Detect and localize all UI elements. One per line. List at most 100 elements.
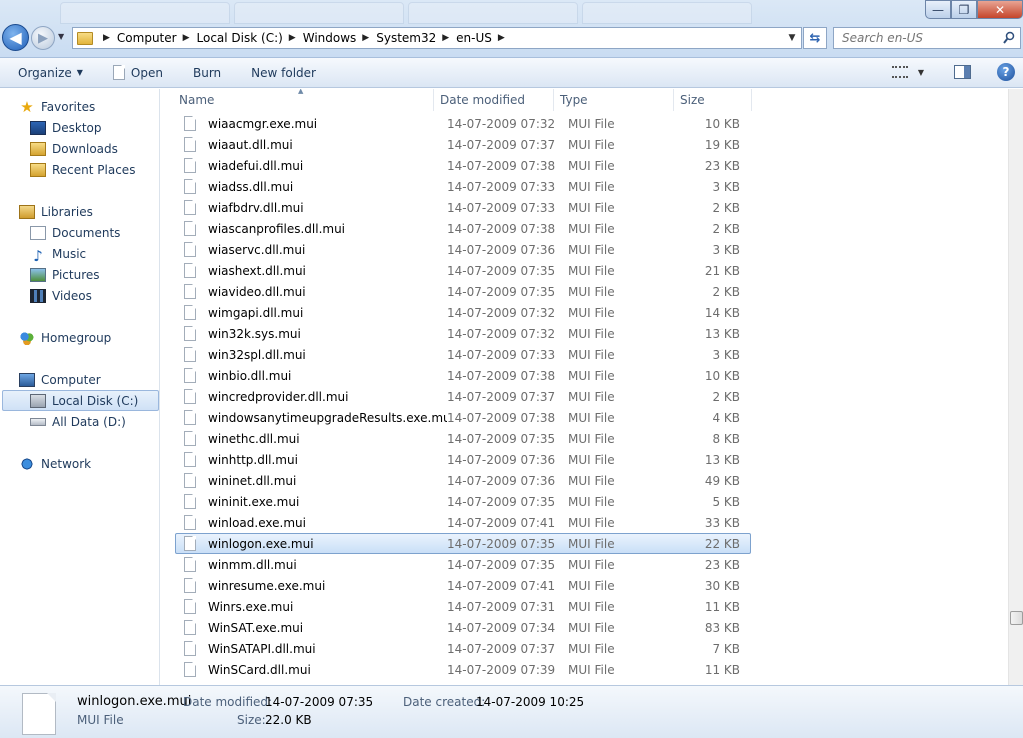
file-size: 13 KB (704, 452, 740, 467)
burn-button[interactable]: Burn (185, 61, 229, 85)
address-history-dropdown[interactable]: ▼ (783, 33, 801, 43)
nav-network[interactable]: Network (19, 454, 91, 474)
help-icon[interactable]: ? (997, 63, 1015, 81)
file-icon (184, 515, 196, 530)
table-row[interactable]: winmm.dll.mui 14-07-2009 07:35 MUI File 23 … (175, 554, 751, 575)
nav-favorites[interactable]: ★ Favorites (19, 97, 95, 117)
file-icon (184, 263, 196, 278)
forward-button[interactable]: ▶ (31, 26, 55, 50)
table-row[interactable]: WinSATAPI.dll.mui 14-07-2009 07:37 MUI Fil… (175, 638, 751, 659)
table-row[interactable]: wiadefui.dll.mui 14-07-2009 07:38 MUI File… (175, 155, 751, 176)
pictures-icon (30, 268, 46, 282)
table-row[interactable]: wimgapi.dll.mui 14-07-2009 07:32 MUI File 1… (175, 302, 751, 323)
nav-libraries[interactable]: Libraries (19, 202, 93, 222)
address-bar[interactable]: ▶ Computer ▶ Local Disk (C:) ▶ Windows ▶ Sy… (72, 27, 802, 49)
breadcrumb-computer[interactable]: Computer ▶ (117, 31, 197, 45)
close-button[interactable]: ✕ (977, 0, 1023, 19)
table-row[interactable]: wiascanprofiles.dll.mui 14-07-2009 07:38 M… (175, 218, 751, 239)
table-row-selected[interactable]: winlogon.exe.mui 14-07-2009 07:35 MUI File… (175, 533, 751, 554)
minimize-button[interactable]: — (925, 0, 951, 19)
music-note-icon: ♪ (33, 247, 43, 265)
local-disk-icon (30, 393, 46, 408)
file-name: wiascanprofiles.dll.mui (208, 221, 346, 236)
file-name: wiashext.dll.mui (208, 263, 306, 278)
search-input[interactable] (842, 31, 992, 45)
table-row[interactable]: windowsanytimeupgradeResults.exe.mui 14-0… (175, 407, 751, 428)
table-row[interactable]: win32spl.dll.mui 14-07-2009 07:33 MUI File… (175, 344, 751, 365)
table-row[interactable]: winresume.exe.mui 14-07-2009 07:41 MUI Fil… (175, 575, 751, 596)
file-type: MUI File (568, 578, 615, 593)
table-row[interactable]: wiaacmgr.exe.mui 14-07-2009 07:32 MUI File… (175, 113, 751, 134)
nav-documents[interactable]: Documents (30, 223, 120, 243)
table-row[interactable]: winethc.dll.mui 14-07-2009 07:35 MUI File 8… (175, 428, 751, 449)
file-icon (184, 578, 196, 593)
table-row[interactable]: WinSCard.dll.mui 14-07-2009 07:39 MUI File… (175, 659, 751, 680)
nav-pictures[interactable]: Pictures (30, 265, 100, 285)
nav-computer[interactable]: Computer (19, 370, 101, 390)
breadcrumb-windows[interactable]: Windows ▶ (303, 31, 377, 45)
table-row[interactable]: wiaaut.dll.mui 14-07-2009 07:37 MUI File 19… (175, 134, 751, 155)
breadcrumb-local-disk[interactable]: Local Disk (C:) ▶ (197, 31, 303, 45)
back-button[interactable]: ◀ (2, 24, 29, 51)
table-row[interactable]: winbio.dll.mui 14-07-2009 07:38 MUI File 10… (175, 365, 751, 386)
file-name: Winrs.exe.mui (208, 599, 294, 614)
table-row[interactable]: wininit.exe.mui 14-07-2009 07:35 MUI File 5… (175, 491, 751, 512)
table-row[interactable]: winhttp.dll.mui 14-07-2009 07:36 MUI File 1… (175, 449, 751, 470)
table-row[interactable]: wiavideo.dll.mui 14-07-2009 07:35 MUI File… (175, 281, 751, 302)
nav-desktop[interactable]: Desktop (30, 118, 102, 138)
nav-homegroup[interactable]: Homegroup (19, 328, 111, 348)
table-row[interactable]: wiafbdrv.dll.mui 14-07-2009 07:33 MUI File… (175, 197, 751, 218)
search-box[interactable] (833, 27, 1021, 49)
arrow-left-icon: ◀ (9, 28, 22, 47)
nav-downloads[interactable]: Downloads (30, 139, 118, 159)
table-row[interactable]: wincredprovider.dll.mui 14-07-2009 07:37 M… (175, 386, 751, 407)
column-header-date-modified[interactable]: Date modified (434, 89, 554, 111)
chevron-right-icon: ▶ (362, 33, 370, 43)
file-size: 23 KB (704, 158, 740, 173)
vertical-scrollbar[interactable] (1008, 89, 1023, 685)
nav-local-disk[interactable]: Local Disk (C:) (2, 390, 159, 411)
change-view-icon[interactable] (891, 66, 908, 78)
table-row[interactable]: wiadss.dll.mui 14-07-2009 07:33 MUI File 3 … (175, 176, 751, 197)
table-row[interactable]: wininet.dll.mui 14-07-2009 07:36 MUI File 4… (175, 470, 751, 491)
organize-button[interactable]: Organize ▼ (10, 61, 91, 85)
table-row[interactable]: winload.exe.mui 14-07-2009 07:41 MUI File 3… (175, 512, 751, 533)
file-size: 3 KB (712, 242, 740, 257)
table-row[interactable]: WinSAT.exe.mui 14-07-2009 07:34 MUI File 83… (175, 617, 751, 638)
column-header-type[interactable]: Type (554, 89, 674, 111)
file-size: 3 KB (712, 179, 740, 194)
file-name: winbio.dll.mui (208, 368, 292, 383)
details-date-created-value: 14-07-2009 10:25 (476, 695, 585, 709)
desktop-icon (30, 121, 46, 135)
table-row[interactable]: wiashext.dll.mui 14-07-2009 07:35 MUI File… (175, 260, 751, 281)
nav-music[interactable]: ♪ Music (30, 244, 86, 265)
column-header-size[interactable]: Size (674, 89, 752, 111)
column-header-name[interactable]: Name ▲ (161, 89, 434, 111)
breadcrumb-en-us[interactable]: en-US ▶ (456, 31, 512, 45)
table-row[interactable]: Winrs.exe.mui 14-07-2009 07:31 MUI File 11 … (175, 596, 751, 617)
nav-recent-places[interactable]: Recent Places (30, 160, 135, 180)
refresh-button[interactable]: ⇆ (803, 27, 827, 49)
open-button[interactable]: Open (105, 61, 171, 85)
file-size: 10 KB (704, 116, 740, 131)
file-name: wiaacmgr.exe.mui (208, 116, 318, 131)
new-folder-button[interactable]: New folder (243, 61, 324, 85)
file-date-modified: 14-07-2009 07:36 (447, 473, 556, 488)
table-row[interactable]: win32k.sys.mui 14-07-2009 07:32 MUI File 13… (175, 323, 751, 344)
table-row[interactable]: wiaservc.dll.mui 14-07-2009 07:36 MUI File… (175, 239, 751, 260)
nav-videos[interactable]: Videos (30, 286, 92, 306)
scrollbar-thumb[interactable] (1010, 611, 1023, 625)
command-bar: Organize ▼ Open Burn New folder ▼ ? (0, 58, 1023, 88)
preview-pane-icon[interactable] (954, 65, 971, 79)
breadcrumb-system32[interactable]: System32 ▶ (376, 31, 456, 45)
maximize-button[interactable]: ❐ (951, 0, 977, 19)
file-type: MUI File (568, 452, 615, 467)
recent-pages-dropdown[interactable]: ▼ (58, 32, 68, 44)
file-date-modified: 14-07-2009 07:41 (447, 578, 556, 593)
file-size: 49 KB (704, 473, 740, 488)
chevron-down-icon[interactable]: ▼ (918, 68, 924, 77)
file-size: 2 KB (712, 221, 740, 236)
breadcrumb-root-arrow[interactable]: ▶ (99, 33, 117, 43)
nav-all-data[interactable]: All Data (D:) (30, 412, 126, 432)
file-name: winlogon.exe.mui (208, 536, 314, 551)
